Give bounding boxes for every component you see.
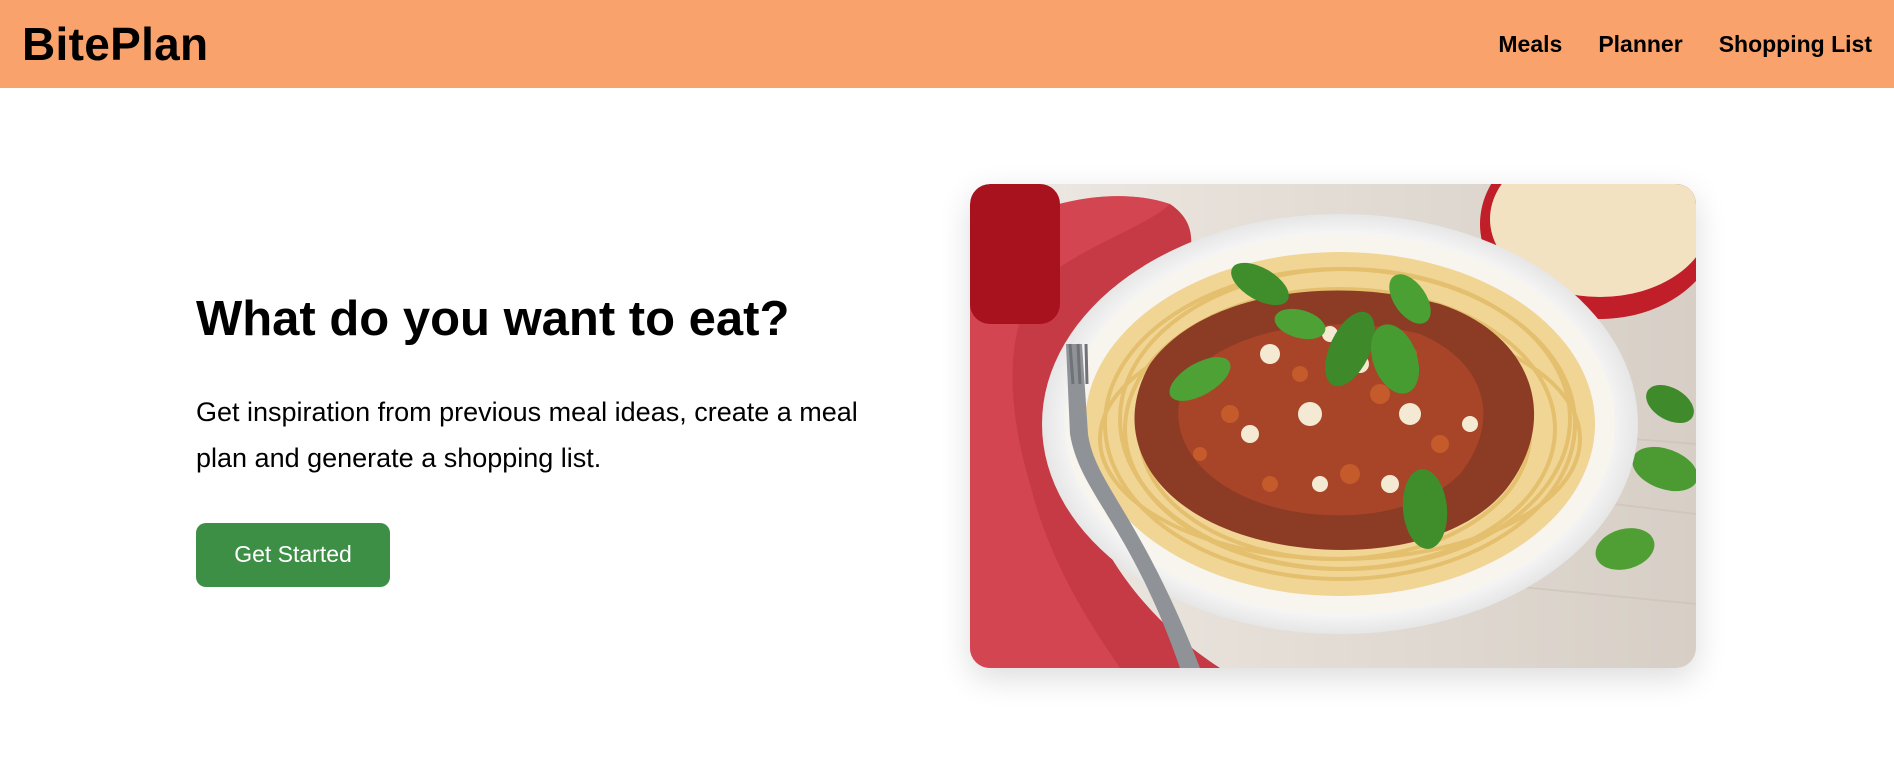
nav-link-shopping-list[interactable]: Shopping List: [1719, 31, 1872, 58]
hero-section: What do you want to eat? Get inspiration…: [0, 88, 1894, 759]
get-started-button[interactable]: Get Started: [196, 522, 390, 587]
hero-title: What do you want to eat?: [196, 292, 790, 346]
brand-logo[interactable]: BitePlan: [22, 17, 208, 71]
hero-food-image: [970, 184, 1696, 668]
nav-link-planner[interactable]: Planner: [1598, 31, 1682, 58]
main-nav: Meals Planner Shopping List: [1498, 31, 1872, 58]
hero-text: What do you want to eat? Get inspiration…: [196, 292, 916, 587]
hero-description: Get inspiration from previous meal ideas…: [196, 396, 858, 473]
spaghetti-bolognese-illustration: [970, 184, 1696, 668]
nav-link-meals[interactable]: Meals: [1498, 31, 1562, 58]
top-header: BitePlan Meals Planner Shopping List: [0, 0, 1894, 88]
